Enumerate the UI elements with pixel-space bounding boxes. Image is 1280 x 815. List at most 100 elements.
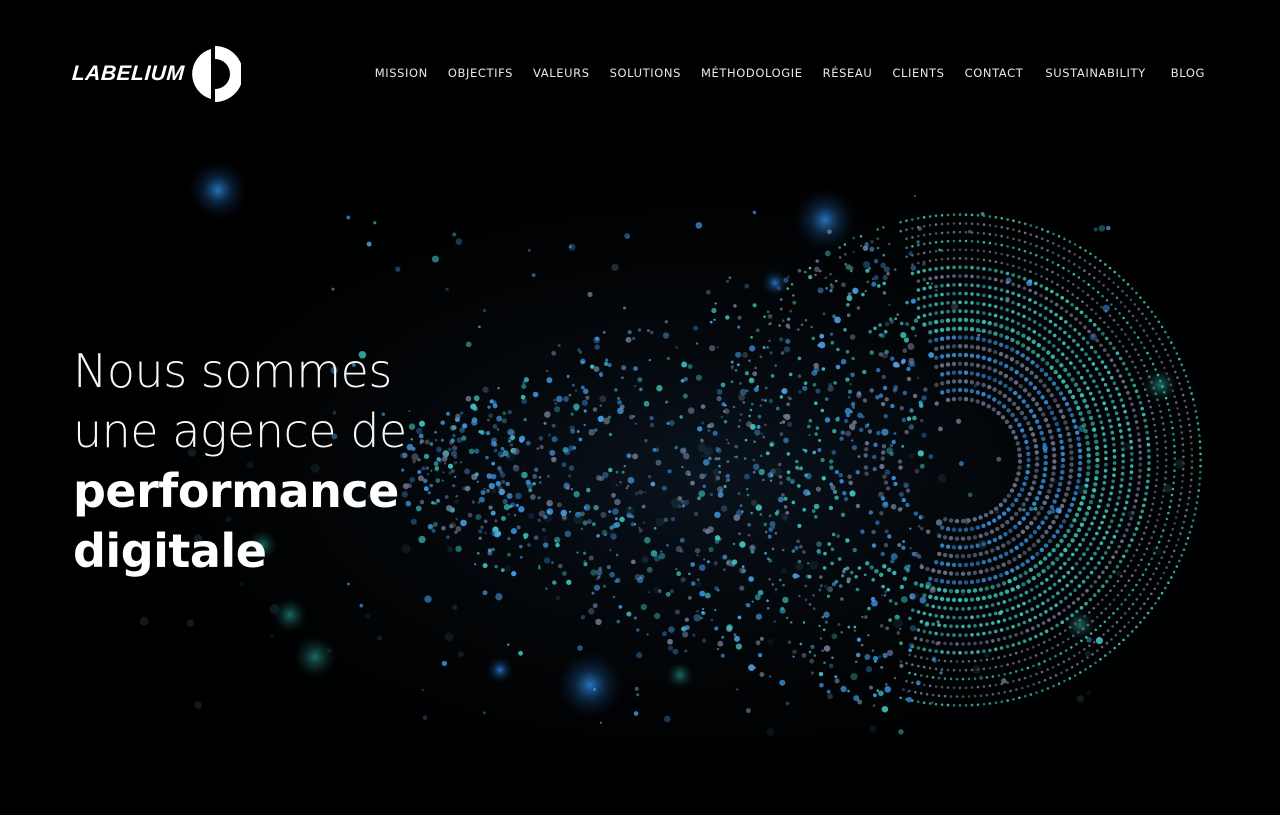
particle	[1000, 252, 1003, 256]
logo-link[interactable]: LABELIUM	[71, 45, 241, 103]
particle	[911, 236, 914, 239]
particle	[1182, 548, 1186, 551]
particle	[1060, 296, 1064, 300]
particle	[952, 222, 956, 225]
particle	[912, 415, 917, 421]
particle	[1051, 381, 1057, 386]
particle	[1079, 522, 1085, 527]
nav-item-objectifs[interactable]: OBJECTIFS	[448, 66, 513, 80]
particle	[753, 387, 759, 392]
nav-item-solutions[interactable]: SOLUTIONS	[610, 66, 681, 80]
nav-item-methodologie[interactable]: MÉTHODOLOGIE	[701, 66, 803, 80]
particle	[583, 504, 591, 511]
particle	[1090, 494, 1095, 499]
nav-item-sustainability[interactable]: SUSTAINABILITY	[1045, 66, 1145, 80]
particle	[1124, 415, 1129, 420]
particle	[1140, 558, 1143, 562]
particle	[568, 465, 575, 471]
particle	[464, 468, 470, 475]
particle	[1100, 520, 1104, 525]
particle	[799, 466, 804, 471]
particle	[964, 230, 968, 234]
particle	[761, 398, 764, 401]
particle	[988, 215, 992, 218]
nav-item-contact[interactable]: CONTACT	[965, 66, 1024, 80]
particle	[919, 619, 924, 624]
particle	[1145, 369, 1149, 373]
particle	[988, 232, 992, 236]
particle	[599, 404, 602, 407]
particle	[1142, 588, 1146, 591]
particle	[545, 587, 548, 590]
particle	[872, 704, 876, 707]
particle	[1051, 646, 1054, 650]
particle	[899, 663, 904, 669]
nav-item-mission[interactable]: MISSION	[375, 66, 428, 80]
particle	[851, 444, 858, 451]
particle	[762, 346, 766, 350]
particle	[1094, 510, 1099, 515]
particle	[1012, 246, 1015, 250]
particle	[967, 695, 971, 698]
particle	[957, 379, 963, 384]
particle	[1161, 495, 1165, 498]
nav-item-valeurs[interactable]: VALEURS	[533, 66, 590, 80]
particle	[1086, 561, 1090, 566]
particle	[764, 399, 767, 402]
particle	[840, 358, 847, 365]
particle	[922, 251, 926, 255]
particle	[1027, 317, 1032, 321]
particle	[1018, 239, 1021, 242]
particle	[809, 658, 815, 664]
particle	[1046, 687, 1050, 690]
particle	[958, 257, 962, 260]
particle	[452, 434, 456, 438]
nav-item-blog[interactable]: BLOG	[1171, 66, 1205, 80]
particle	[1101, 294, 1104, 298]
particle	[614, 521, 621, 528]
particle	[700, 404, 706, 409]
particle	[1024, 377, 1029, 382]
particle	[1058, 524, 1064, 529]
particle	[1078, 454, 1083, 460]
particle	[1104, 456, 1108, 461]
particle	[922, 629, 927, 634]
particle	[884, 686, 892, 693]
particle	[1182, 455, 1185, 459]
particle	[997, 656, 1000, 659]
particle	[975, 399, 980, 404]
particle	[882, 226, 885, 229]
particle	[972, 552, 978, 558]
particle	[509, 443, 514, 447]
particle	[963, 335, 969, 340]
particle	[876, 689, 879, 692]
particle	[1085, 304, 1089, 307]
particle	[1116, 285, 1120, 289]
particle	[1127, 488, 1131, 493]
particle	[928, 684, 932, 688]
particle	[815, 388, 821, 394]
particle	[519, 544, 523, 549]
particle	[919, 583, 924, 588]
particle	[614, 498, 621, 506]
particle	[1075, 609, 1079, 614]
particle	[796, 468, 800, 471]
particle	[570, 412, 574, 416]
particle	[969, 327, 975, 332]
particle	[1147, 467, 1151, 472]
particle	[967, 677, 971, 681]
particle	[876, 237, 880, 240]
particle	[687, 407, 695, 414]
nav-item-reseau[interactable]: RÉSEAU	[823, 66, 873, 80]
particle	[346, 215, 351, 220]
particle	[964, 309, 968, 313]
nav-item-clients[interactable]: CLIENTS	[892, 66, 944, 80]
particle	[749, 423, 756, 430]
particle	[935, 519, 943, 526]
particle	[1005, 296, 1010, 302]
particle	[1179, 492, 1183, 495]
particle	[1127, 427, 1131, 432]
particle	[982, 284, 986, 289]
particle	[1199, 458, 1202, 462]
particle	[881, 594, 884, 597]
